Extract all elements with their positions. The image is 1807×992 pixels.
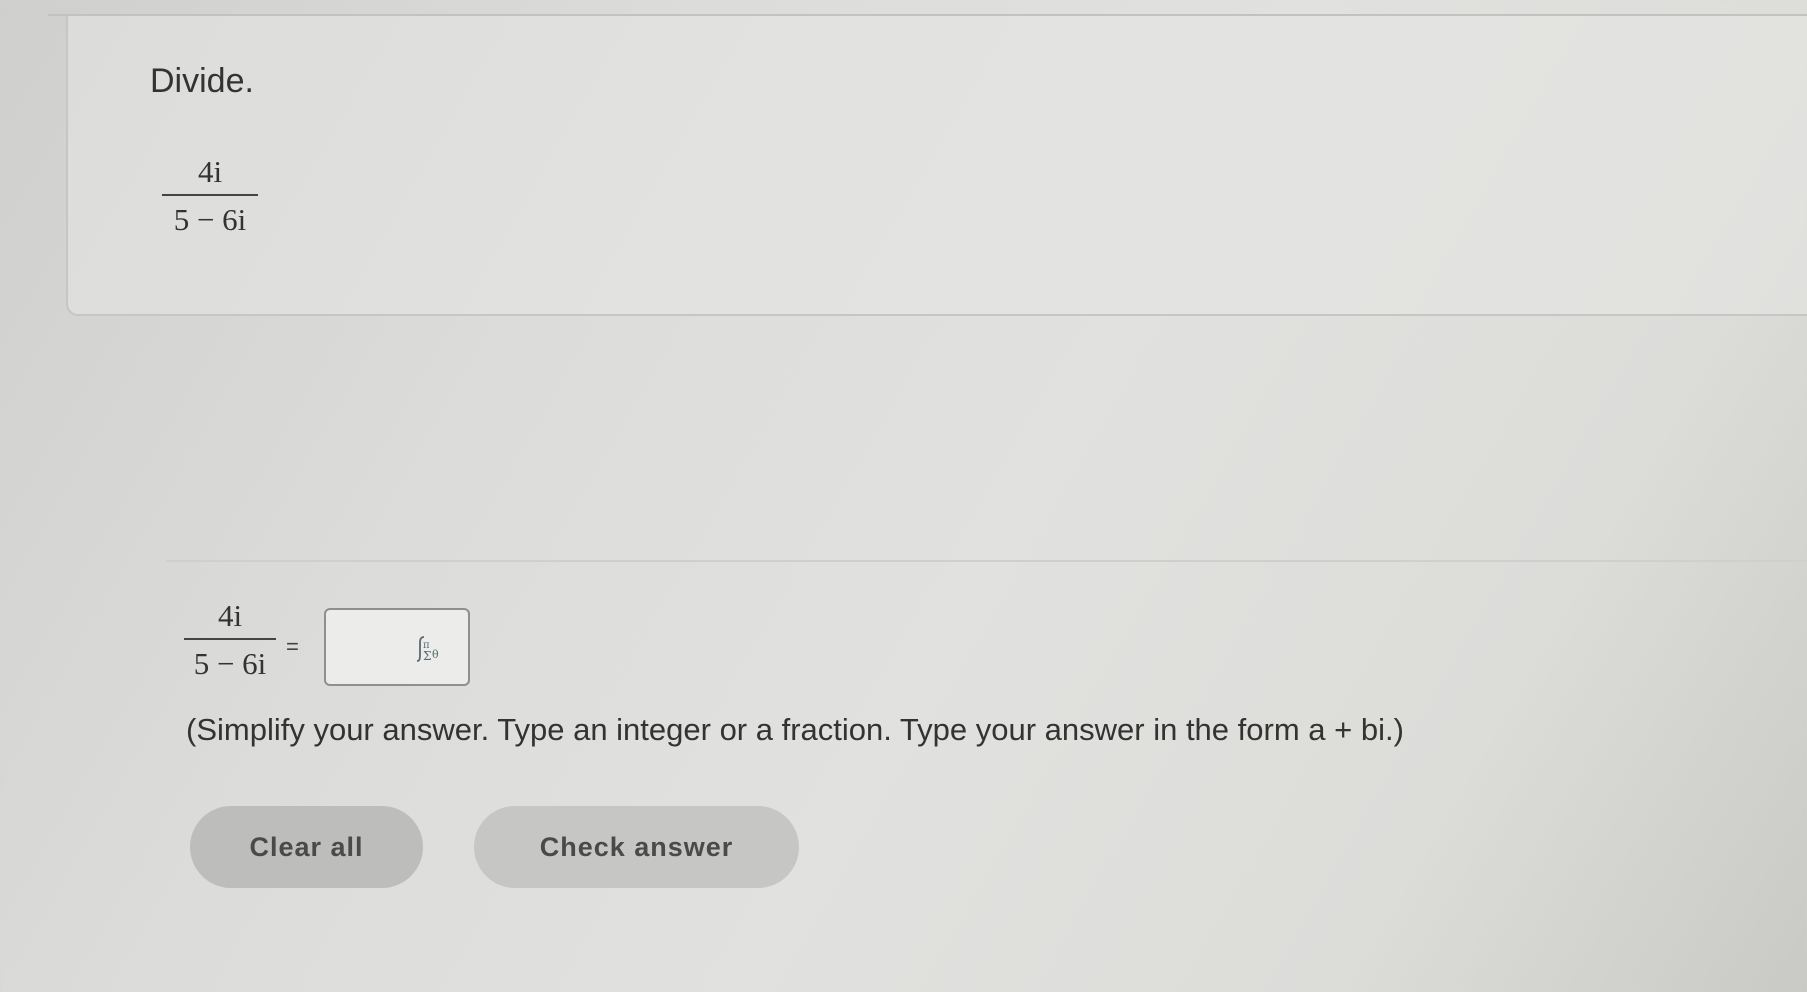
equals-sign: = [286,634,299,659]
svg-text:Σ: Σ [423,649,431,663]
problem-expression: 4i 5 − 6i [162,154,258,238]
question-panel [66,16,1807,316]
answer-hint: (Simplify your answer. Type an integer o… [186,712,1404,747]
section-divider [166,560,1807,562]
check-answer-button[interactable]: Check answer [474,806,799,888]
svg-text:θ: θ [432,648,439,661]
fraction-bar [184,638,276,640]
math-palette-icon[interactable]: π Σ θ [408,634,442,664]
problem-denominator: 5 − 6i [173,202,247,237]
answer-lhs-numerator: 4i [217,598,243,633]
answer-input[interactable] [334,622,418,674]
answer-lhs-denominator: 5 − 6i [193,646,267,681]
problem-numerator: 4i [197,154,223,189]
question-instruction: Divide. [150,62,254,100]
fraction-bar [162,194,258,196]
clear-all-button[interactable]: Clear all [190,806,423,888]
answer-lhs-expression: 4i 5 − 6i [184,598,276,682]
answer-box[interactable]: π Σ θ [324,608,470,686]
